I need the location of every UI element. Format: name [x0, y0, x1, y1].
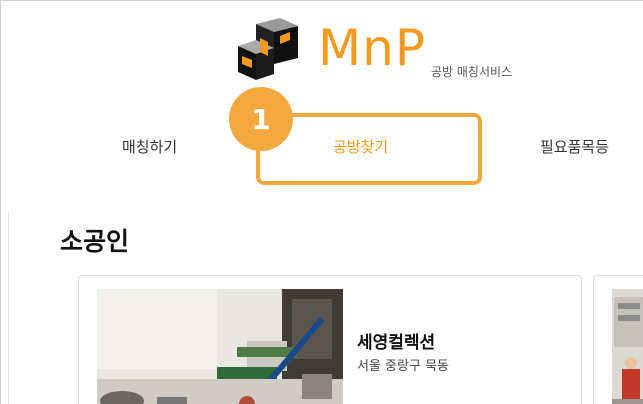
sidebar-divider [8, 212, 9, 404]
tab-required-items[interactable]: 필요품목등 [540, 136, 609, 157]
window-left-border [0, 0, 1, 404]
mnp-logo-icon[interactable] [236, 18, 308, 82]
workshop-photo-partial [612, 289, 643, 404]
window-top-border [0, 0, 643, 1]
workshop-card-partial[interactable] [593, 275, 643, 404]
workshop-card[interactable]: 세영컬렉션 서울 중랑구 묵동 [78, 275, 582, 404]
step-badge: 1 [229, 87, 293, 151]
tab-find-workshop[interactable]: 공방찾기 [333, 136, 388, 157]
workshop-address: 서울 중랑구 묵동 [357, 359, 449, 374]
brand-name[interactable]: MnP [318, 20, 426, 76]
section-title: 소공인 [60, 227, 130, 256]
workshop-name[interactable]: 세영컬렉션 [357, 328, 435, 353]
brand-subtitle: 공방 매칭서비스 [431, 65, 513, 79]
tab-matching[interactable]: 매칭하기 [122, 136, 177, 157]
workshop-photo [97, 289, 343, 404]
